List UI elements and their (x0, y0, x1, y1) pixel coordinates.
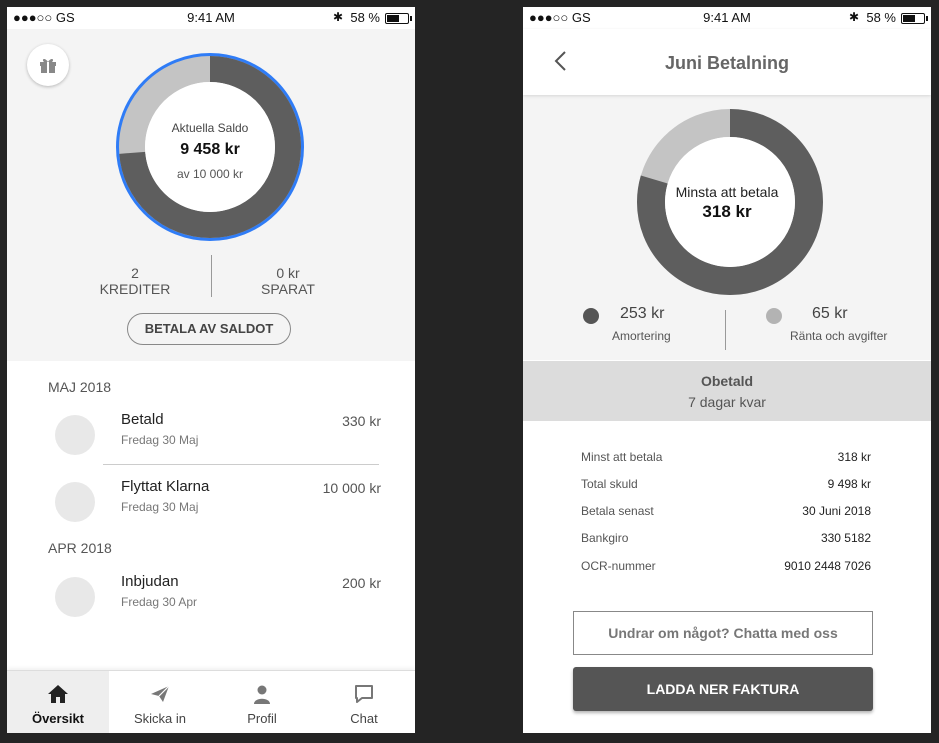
battery-percent: 58 % (866, 10, 896, 25)
transaction-divider (103, 464, 379, 465)
chat-icon (355, 685, 373, 703)
detail-value: 9010 2448 7026 (784, 559, 871, 573)
month-header: MAJ 2018 (48, 379, 112, 395)
status-bar: ●●●○○ GS 9:41 AM ✱ 58 % (523, 7, 931, 29)
stats-divider (211, 255, 212, 297)
tab-label: Översikt (31, 711, 85, 726)
legend-label: Ränta och avgifter (790, 329, 888, 343)
payment-summary: Minsta att betala 318 kr (657, 184, 797, 222)
transaction-row[interactable]: Inbjudan Fredag 30 Apr 200 kr (55, 573, 385, 623)
min-payment-label: Minsta att betala (675, 184, 779, 200)
detail-key: OCR-nummer (581, 559, 656, 573)
transaction-date: Fredag 30 Apr (121, 595, 198, 609)
detail-row: Minst att betala 318 kr (581, 450, 871, 470)
balance-amount: 9 458 kr (180, 141, 240, 158)
payment-screen: ●●●○○ GS 9:41 AM ✱ 58 % Juni Betalning M… (523, 7, 931, 733)
transaction-amount: 330 kr (342, 413, 381, 429)
tab-label: Chat (350, 711, 378, 726)
pay-balance-button[interactable]: BETALA AV SALDOT (127, 313, 291, 345)
battery-icon (385, 13, 412, 24)
detail-key: Betala senast (581, 504, 654, 518)
legend-amount: 65 kr (812, 305, 848, 322)
payment-status-bar: Obetald 7 dagar kvar (523, 361, 931, 421)
detail-value: 330 5182 (820, 531, 871, 545)
payment-header: Juni Betalning (523, 29, 931, 95)
chat-with-us-button[interactable]: Undrar om något? Chatta med oss (573, 611, 873, 655)
detail-row: Bankgiro 330 5182 (581, 531, 871, 551)
tab-bar: Översikt Skicka in Profil Chat (7, 670, 415, 733)
payment-chart-panel: Minsta att betala 318 kr 253 kr Amorteri… (523, 95, 931, 360)
balance-panel: Aktuella Saldo 9 458 kr av 10 000 kr 2 K… (7, 29, 415, 361)
detail-row: Total skuld 9 498 kr (581, 477, 871, 497)
transaction-amount: 10 000 kr (322, 480, 381, 496)
transaction-date: Fredag 30 Maj (121, 500, 199, 514)
saved-value: 0 kr (276, 265, 300, 281)
tab-oversikt[interactable]: Översikt (7, 671, 109, 733)
tab-profil[interactable]: Profil (211, 671, 313, 733)
transaction-amount: 200 kr (342, 575, 381, 591)
balance-summary: Aktuella Saldo 9 458 kr av 10 000 kr (140, 121, 280, 181)
bluetooth-icon: ✱ (848, 10, 859, 24)
detail-value: 318 kr (837, 450, 871, 464)
gift-button[interactable] (27, 44, 69, 86)
home-icon (48, 685, 68, 703)
detail-row: OCR-nummer 9010 2448 7026 (581, 559, 871, 579)
send-icon (151, 685, 170, 702)
credits-stat: 2 KREDITER (70, 265, 200, 297)
battery-percent: 58 % (350, 10, 380, 25)
legend-dot (766, 308, 782, 324)
transaction-name: Flyttat Klarna (121, 478, 210, 495)
transaction-date: Fredag 30 Maj (121, 433, 199, 447)
tab-skicka-in[interactable]: Skicka in (109, 671, 211, 733)
detail-key: Total skuld (581, 477, 638, 491)
status-bar: ●●●○○ GS 9:41 AM ✱ 58 % (7, 7, 415, 29)
days-remaining: 7 dagar kvar (688, 394, 766, 410)
detail-key: Minst att betala (581, 450, 663, 464)
credits-value: 2 (131, 265, 139, 281)
page-title: Juni Betalning (664, 53, 789, 73)
transaction-row[interactable]: Flyttat Klarna Fredag 30 Maj 10 000 kr (55, 478, 385, 528)
transaction-avatar (55, 577, 95, 617)
battery-icon (901, 13, 928, 24)
transaction-name: Inbjudan (121, 573, 179, 590)
transaction-avatar (55, 415, 95, 455)
detail-value: 9 498 kr (827, 477, 871, 491)
detail-key: Bankgiro (581, 531, 629, 545)
detail-row: Betala senast 30 Juni 2018 (581, 504, 871, 524)
tab-label: Profil (247, 711, 277, 726)
profile-icon (254, 685, 270, 704)
download-invoice-button[interactable]: LADDA NER FAKTURA (573, 667, 873, 711)
transaction-name: Betald (121, 411, 164, 428)
balance-limit: av 10 000 kr (176, 167, 244, 181)
saved-stat: 0 kr SPARAT (223, 265, 353, 297)
payment-status: Obetald (700, 373, 754, 389)
legend-dot (583, 308, 599, 324)
transaction-avatar (55, 482, 95, 522)
bluetooth-icon: ✱ (332, 10, 343, 24)
transaction-row[interactable]: Betald Fredag 30 Maj 330 kr (55, 411, 385, 461)
detail-value: 30 Juni 2018 (802, 504, 871, 518)
min-payment-amount: 318 kr (702, 202, 752, 221)
saved-label: SPARAT (261, 281, 315, 297)
overview-screen: ●●●○○ GS 9:41 AM ✱ 58 % Aktuella Saldo 9… (7, 7, 415, 733)
balance-label: Aktuella Saldo (171, 121, 249, 135)
credits-label: KREDITER (99, 281, 171, 297)
legend-amount: 253 kr (620, 305, 665, 322)
gift-icon (40, 58, 56, 73)
tab-label: Skicka in (133, 711, 187, 726)
tab-chat[interactable]: Chat (313, 671, 415, 733)
legend-label: Amortering (612, 329, 671, 343)
month-header: APR 2018 (48, 540, 112, 556)
legend-divider (725, 310, 726, 350)
